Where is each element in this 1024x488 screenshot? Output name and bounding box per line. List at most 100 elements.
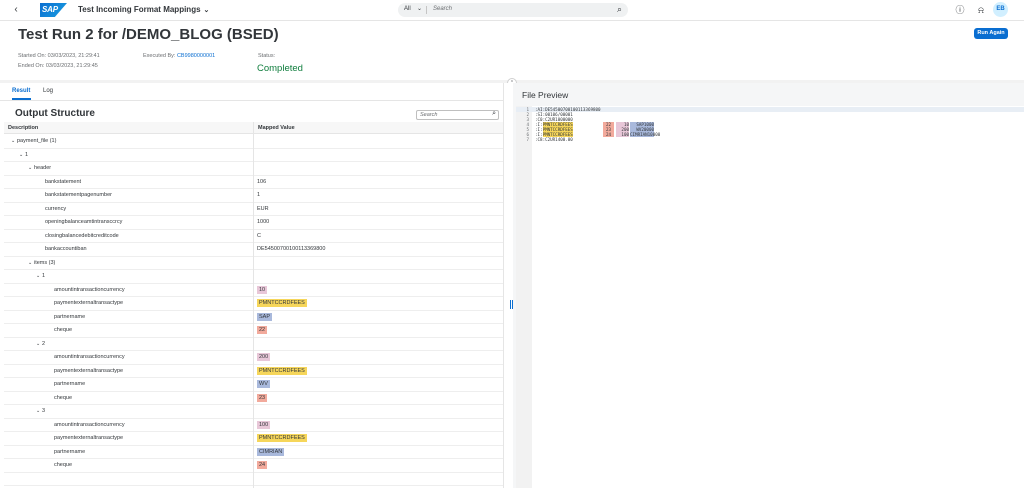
mapped-value-text: 100 bbox=[257, 420, 271, 429]
row-label: cheque bbox=[54, 394, 73, 401]
executed-by-label: Executed By: bbox=[143, 53, 176, 59]
started-on: Started On: 03/03/2023, 21:29:41 bbox=[18, 53, 100, 59]
column-header-mapped-value[interactable]: Mapped Value bbox=[258, 122, 295, 134]
row-description: cheque bbox=[54, 392, 72, 405]
back-icon[interactable]: ‹ bbox=[10, 4, 22, 16]
row-label: partnername bbox=[54, 313, 86, 320]
row-mapped-value: WV bbox=[257, 378, 270, 391]
bell-icon[interactable]: ⍾ bbox=[975, 4, 987, 16]
row-description: ⌄ 1 bbox=[36, 270, 45, 283]
ended-on: Ended On: 03/03/2023, 21:29:45 bbox=[18, 63, 98, 69]
row-mapped-value: 1000 bbox=[257, 216, 269, 229]
row-label: cheque bbox=[54, 462, 73, 468]
search-icon[interactable]: ⌕ bbox=[617, 4, 622, 15]
row-label: partnername bbox=[54, 381, 86, 387]
search-divider bbox=[426, 6, 427, 14]
app-title[interactable]: Test Incoming Format Mappings ⌄ bbox=[78, 5, 210, 14]
column-header-description[interactable]: Description bbox=[8, 122, 38, 134]
row-label: header bbox=[34, 165, 52, 171]
mapped-value-text: CIMRIAN bbox=[257, 447, 285, 456]
avatar[interactable]: EB bbox=[993, 2, 1008, 17]
tab-log[interactable]: Log bbox=[43, 88, 53, 94]
row-label: payment_file (1) bbox=[17, 138, 57, 144]
row-description: openingbalanceamtintransccrcy bbox=[45, 216, 122, 229]
shell-bar: ‹ SAP Test Incoming Format Mappings ⌄ All… bbox=[0, 0, 1024, 21]
row-mapped-value: 200 bbox=[257, 351, 271, 364]
row-description: ⌄ 3 bbox=[36, 405, 45, 418]
run-again-button[interactable]: Run Again bbox=[974, 28, 1008, 39]
row-description: amountintransactioncurrency bbox=[54, 284, 125, 297]
row-label: closingbalancedebitcreditcode bbox=[45, 232, 119, 239]
row-label: bankstatement bbox=[45, 178, 82, 185]
executed-by: Executed By: CB9980000001 bbox=[143, 53, 215, 59]
mapped-value-text: SAP bbox=[257, 312, 273, 321]
status-label: Status: bbox=[258, 53, 276, 59]
sap-logo[interactable]: SAP bbox=[40, 3, 67, 17]
logo-text: SAP bbox=[42, 5, 58, 14]
tab-separator bbox=[0, 100, 503, 101]
mapped-value-text: EUR bbox=[257, 205, 269, 212]
app-title-text: Test Incoming Format Mappings bbox=[78, 5, 201, 14]
code-editor[interactable] bbox=[516, 106, 1024, 488]
row-description: bankstatement bbox=[45, 176, 81, 189]
row-description: partnername bbox=[54, 378, 85, 391]
section-title: Output Structure bbox=[15, 108, 95, 119]
tab-result[interactable]: Result bbox=[12, 88, 30, 94]
code-text: :C8:C2UR1400.00 bbox=[535, 137, 573, 142]
row-description: ⌄ payment_file (1) bbox=[11, 135, 56, 148]
search-icon[interactable]: ⌕ bbox=[492, 110, 496, 118]
row-description: bankstatementpagenumber bbox=[45, 189, 112, 202]
code-highlight-amount: 100 bbox=[616, 132, 629, 137]
mapped-value-text: PMNTCCRDFEES bbox=[257, 366, 307, 375]
row-label: amountintransactioncurrency bbox=[54, 354, 125, 360]
row-mapped-value: 24 bbox=[257, 459, 268, 472]
row-description: ⌄ items (3) bbox=[28, 257, 55, 270]
row-label: amountintransactioncurrency bbox=[54, 421, 125, 428]
row-description: ⌄ header bbox=[28, 162, 51, 175]
splitter-grip-icon[interactable] bbox=[510, 300, 513, 309]
row-mapped-value: 22 bbox=[257, 324, 268, 337]
file-preview-title: File Preview bbox=[522, 90, 569, 100]
executed-by-link[interactable]: CB9980000001 bbox=[177, 53, 215, 59]
help-icon[interactable]: ⓘ bbox=[954, 4, 966, 16]
row-label: 2 bbox=[42, 340, 46, 347]
row-mapped-value: 106 bbox=[257, 176, 266, 189]
row-label: 3 bbox=[42, 408, 46, 414]
mapped-value-text: DE54500700100113369800 bbox=[257, 246, 326, 252]
row-label: items (3) bbox=[34, 259, 56, 266]
shell-search[interactable]: All ⌄ Search ⌕ bbox=[398, 3, 628, 17]
search-scope[interactable]: All bbox=[404, 6, 411, 12]
row-label: cheque bbox=[54, 327, 73, 333]
mapped-value-text: 24 bbox=[257, 461, 268, 469]
row-label: paymentexternaltransactype bbox=[54, 367, 124, 374]
row-mapped-value: C bbox=[257, 230, 261, 243]
mapped-value-text: 1000 bbox=[257, 219, 270, 225]
row-mapped-value: 10 bbox=[257, 284, 268, 297]
row-description: currency bbox=[45, 203, 66, 216]
mapped-value-text: WV bbox=[257, 380, 270, 388]
page-title: Test Run 2 for /DEMO_BLOG (BSED) bbox=[18, 26, 279, 43]
table-search-placeholder: Search bbox=[420, 112, 438, 118]
row-mapped-value: 23 bbox=[257, 392, 268, 405]
panel-splitter[interactable] bbox=[503, 83, 513, 488]
row-label: paymentexternaltransactype bbox=[54, 435, 124, 441]
mapped-value-text: 10 bbox=[257, 285, 268, 294]
mapped-value-text: 23 bbox=[257, 393, 268, 402]
row-mapped-value: PMNTCCRDFEES bbox=[257, 365, 307, 378]
row-description: closingbalancedebitcreditcode bbox=[45, 230, 119, 243]
row-mapped-value: PMNTCCRDFEES bbox=[257, 297, 307, 310]
row-mapped-value: PMNTCCRDFEES bbox=[257, 432, 307, 445]
code-highlight-cheque: 24 bbox=[603, 132, 615, 137]
mapped-value-text: C bbox=[257, 232, 261, 239]
code-line: :C8:C2UR1400.00 bbox=[535, 137, 573, 142]
column-divider bbox=[253, 122, 254, 488]
row-mapped-value: CIMRIAN bbox=[257, 446, 285, 459]
mapped-value-text: PMNTCCRDFEES bbox=[257, 299, 307, 307]
row-label: partnername bbox=[54, 448, 86, 455]
mapped-value-text: PMNTCCRDFEES bbox=[257, 434, 307, 442]
row-mapped-value: EUR bbox=[257, 203, 269, 216]
search-placeholder[interactable]: Search bbox=[433, 6, 452, 12]
table-search-input[interactable]: Search ⌕ bbox=[416, 110, 499, 120]
row-label: openingbalanceamtintransccrcy bbox=[45, 219, 123, 225]
row-description: ⌄ 1 bbox=[19, 149, 28, 162]
